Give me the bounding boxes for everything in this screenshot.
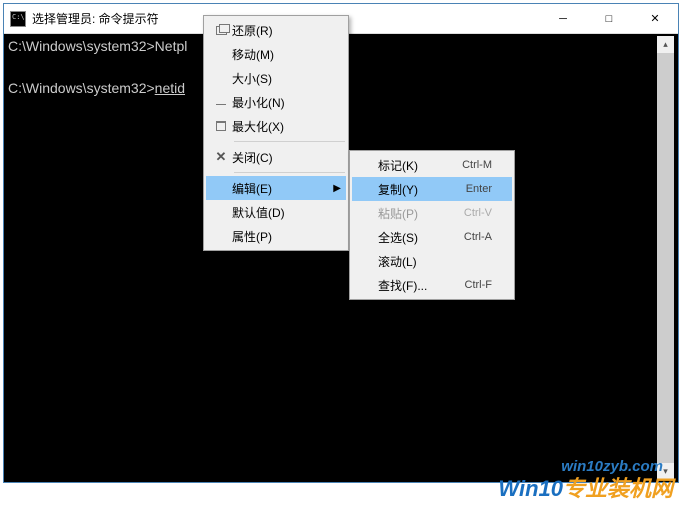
menu-separator [234, 141, 345, 142]
menu-shortcut: Ctrl-A [464, 231, 492, 243]
menu-paste: 粘贴(P) Ctrl-V [352, 201, 512, 225]
menu-label: 复制(Y) [378, 181, 452, 198]
menu-shortcut: Ctrl-M [462, 159, 492, 171]
menu-close[interactable]: ✕ 关闭(C) [206, 145, 346, 169]
menu-label: 还原(R) [232, 22, 326, 39]
menu-label: 滚动(L) [378, 253, 478, 270]
edit-submenu: 标记(K) Ctrl-M 复制(Y) Enter 粘贴(P) Ctrl-V 全选… [349, 150, 515, 300]
close-icon: ✕ [210, 149, 232, 165]
menu-shortcut: Ctrl-F [465, 279, 493, 291]
cmd-text: netid [155, 80, 185, 96]
menu-restore[interactable]: 还原(R) [206, 18, 346, 42]
cmd-text: Netpl [155, 38, 188, 54]
menu-label: 全选(S) [378, 229, 450, 246]
scroll-up-button[interactable]: ▴ [657, 36, 674, 53]
menu-move[interactable]: 移动(M) [206, 42, 346, 66]
menu-maximize[interactable]: 最大化(X) [206, 114, 346, 138]
menu-size[interactable]: 大小(S) [206, 66, 346, 90]
menu-selectall[interactable]: 全选(S) Ctrl-A [352, 225, 512, 249]
menu-copy[interactable]: 复制(Y) Enter [352, 177, 512, 201]
menu-label: 粘贴(P) [378, 205, 450, 222]
menu-label: 标记(K) [378, 157, 448, 174]
menu-label: 默认值(D) [232, 204, 326, 221]
window-controls: ─ □ ✕ [540, 4, 678, 33]
brand-part-b: 专业装机网 [563, 476, 673, 501]
menu-edit[interactable]: 编辑(E) ▶ [206, 176, 346, 200]
menu-label: 最小化(N) [232, 94, 326, 111]
menu-label: 关闭(C) [232, 149, 326, 166]
menu-shortcut: Enter [466, 183, 492, 195]
minimize-button[interactable]: ─ [540, 4, 586, 33]
brand-part-a: Win10 [498, 476, 563, 501]
vertical-scrollbar[interactable]: ▴ ▾ [657, 36, 674, 480]
restore-icon [210, 26, 232, 35]
menu-scroll[interactable]: 滚动(L) [352, 249, 512, 273]
menu-label: 查找(F)... [378, 277, 451, 294]
menu-defaults[interactable]: 默认值(D) [206, 200, 346, 224]
menu-label: 移动(M) [232, 46, 326, 63]
menu-label: 编辑(E) [232, 180, 326, 197]
minimize-icon [210, 100, 232, 105]
close-button[interactable]: ✕ [632, 4, 678, 33]
menu-mark[interactable]: 标记(K) Ctrl-M [352, 153, 512, 177]
menu-separator [234, 172, 345, 173]
submenu-arrow-icon: ▶ [333, 183, 341, 194]
menu-label: 最大化(X) [232, 118, 326, 135]
prompt: C:\Windows\system32> [8, 80, 155, 96]
menu-find[interactable]: 查找(F)... Ctrl-F [352, 273, 512, 297]
scroll-thumb[interactable] [657, 53, 674, 463]
menu-properties[interactable]: 属性(P) [206, 224, 346, 248]
watermark-brand: Win10专业装机网 [498, 471, 673, 503]
menu-label: 大小(S) [232, 70, 326, 87]
app-icon[interactable] [10, 11, 26, 27]
menu-minimize[interactable]: 最小化(N) [206, 90, 346, 114]
maximize-button[interactable]: □ [586, 4, 632, 33]
prompt: C:\Windows\system32> [8, 38, 155, 54]
maximize-icon [210, 121, 232, 131]
menu-shortcut: Ctrl-V [464, 207, 492, 219]
menu-label: 属性(P) [232, 228, 326, 245]
system-menu: 还原(R) 移动(M) 大小(S) 最小化(N) 最大化(X) ✕ 关闭(C) … [203, 15, 349, 251]
